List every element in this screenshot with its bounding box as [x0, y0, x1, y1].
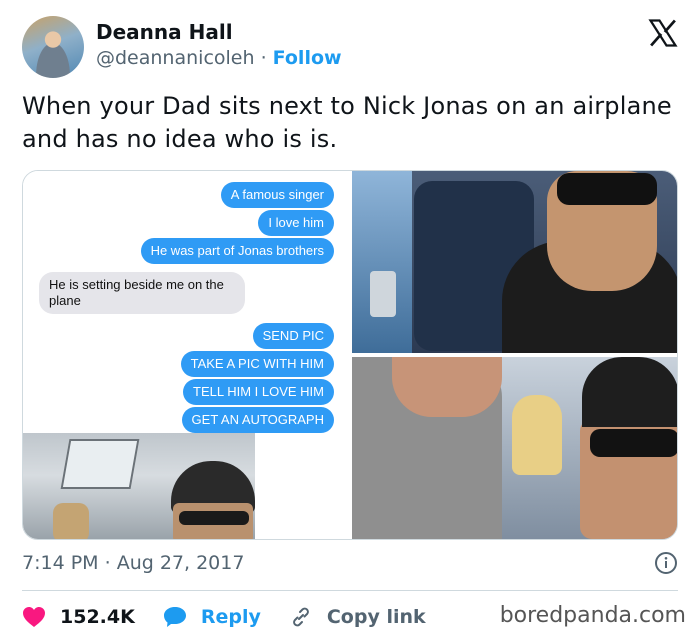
- link-icon: [292, 607, 309, 627]
- photo-selfie-bottom[interactable]: [352, 357, 677, 539]
- chat-photo-thumbnail: [23, 433, 255, 539]
- action-bar: 152.4K Reply Copy link: [22, 603, 454, 631]
- x-logo-icon[interactable]: [648, 18, 678, 48]
- like-button[interactable]: 152.4K: [22, 606, 135, 628]
- chat-bubble: GET AN AUTOGRAPH: [181, 407, 334, 433]
- reply-button[interactable]: Reply: [163, 606, 261, 628]
- copy-link-button[interactable]: Copy link: [289, 605, 426, 629]
- author-handle[interactable]: @deannanicoleh: [96, 47, 255, 69]
- avatar[interactable]: [22, 16, 84, 78]
- tweet-timestamp[interactable]: 7:14 PM · Aug 27, 2017: [22, 552, 244, 574]
- author-name[interactable]: Deanna Hall: [96, 20, 233, 44]
- photo-selfie-top[interactable]: [352, 171, 677, 353]
- chat-bubble: He is setting beside me on the plane: [39, 272, 245, 314]
- chat-bubble: TELL HIM I LOVE HIM: [183, 379, 334, 405]
- chat-bubble: I love him: [258, 210, 334, 236]
- tweet-date: Aug 27, 2017: [116, 552, 245, 574]
- reply-label: Reply: [200, 606, 261, 628]
- timestamp-separator: ·: [104, 552, 111, 574]
- media-grid[interactable]: A famous singer I love him He was part o…: [22, 170, 678, 540]
- handle-separator: ·: [260, 47, 267, 69]
- tweet-time: 7:14 PM: [22, 552, 99, 574]
- follow-button[interactable]: Follow: [273, 47, 342, 69]
- heart-icon: [23, 607, 45, 627]
- chat-bubble: SEND PIC: [252, 323, 334, 349]
- copy-link-label: Copy link: [326, 606, 426, 628]
- watermark: boredpanda.com: [499, 603, 686, 628]
- chat-bubble: He was part of Jonas brothers: [140, 238, 334, 264]
- author-handle-row: @deannanicoleh · Follow: [96, 47, 342, 69]
- chat-bubble: TAKE A PIC WITH HIM: [180, 351, 334, 377]
- reply-bubble-icon: [163, 607, 186, 627]
- tweet-text: When your Dad sits next to Nick Jonas on…: [22, 92, 672, 153]
- chat-bubble: A famous singer: [220, 182, 334, 208]
- chat-screenshot[interactable]: A famous singer I love him He was part o…: [23, 171, 350, 539]
- divider: [22, 590, 678, 591]
- like-count: 152.4K: [60, 606, 135, 628]
- info-icon[interactable]: [654, 551, 678, 575]
